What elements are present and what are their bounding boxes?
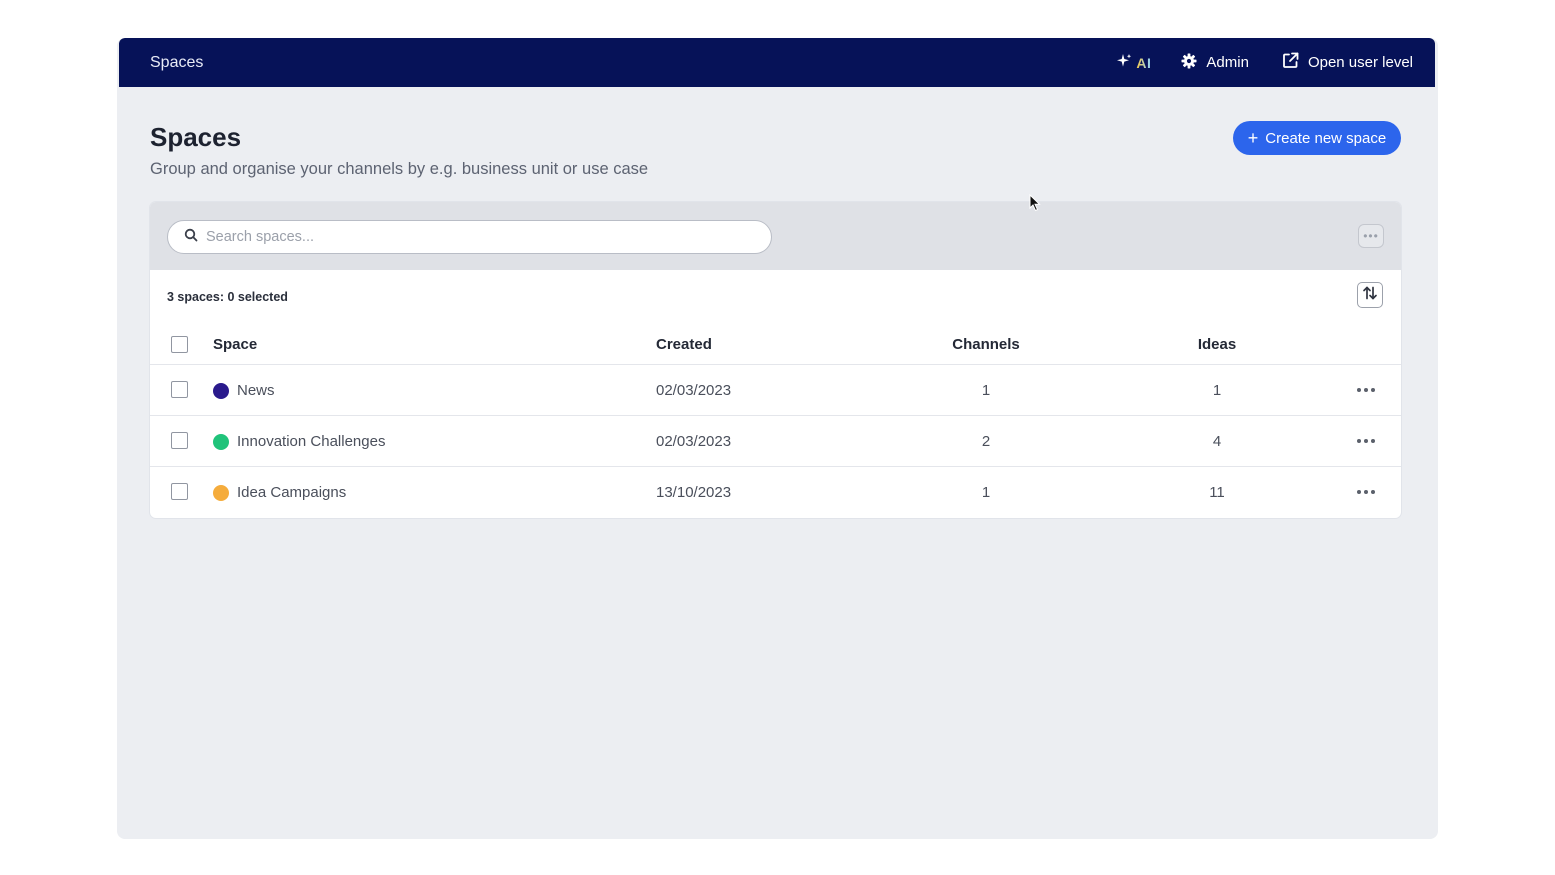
top-navigation-bar: Spaces AI Admin Open user level <box>119 38 1435 87</box>
space-color-dot <box>213 383 229 399</box>
ai-label: AI <box>1136 54 1152 71</box>
header-ideas[interactable]: Ideas <box>1167 336 1267 353</box>
page-subtitle: Group and organise your channels by e.g.… <box>150 160 649 178</box>
channels-count: 1 <box>981 484 991 501</box>
panel-toolbar: ••• <box>150 202 1401 270</box>
ideas-count: 1 <box>1212 382 1222 399</box>
search-icon <box>184 228 198 247</box>
created-date: 13/10/2023 <box>656 484 732 501</box>
ai-button[interactable]: AI <box>1116 53 1151 72</box>
sparkle-icon <box>1116 53 1132 72</box>
app-frame: Spaces AI Admin Open user level Spaces G… <box>117 38 1438 839</box>
mouse-cursor-icon <box>1029 193 1041 217</box>
space-name[interactable]: Idea Campaigns <box>237 484 346 501</box>
admin-label: Admin <box>1206 54 1249 71</box>
open-user-level-button[interactable]: Open user level <box>1282 52 1413 73</box>
open-user-level-label: Open user level <box>1307 54 1413 71</box>
row-more-button[interactable] <box>1355 381 1377 399</box>
topbar-title: Spaces <box>150 53 204 71</box>
space-name[interactable]: Innovation Challenges <box>237 433 385 450</box>
created-date: 02/03/2023 <box>656 382 732 399</box>
space-color-dot <box>213 485 229 501</box>
row-more-button[interactable] <box>1355 432 1377 450</box>
row-checkbox[interactable] <box>171 483 188 500</box>
more-horizontal-icon: ••• <box>1363 229 1379 243</box>
create-new-space-button[interactable]: + Create new space <box>1233 121 1401 155</box>
space-name[interactable]: News <box>237 382 275 399</box>
header-channels[interactable]: Channels <box>936 336 1036 353</box>
search-input[interactable] <box>206 229 746 245</box>
selection-count: 3 spaces: 0 selected <box>167 290 288 304</box>
admin-button[interactable]: Admin <box>1181 53 1249 73</box>
search-box[interactable] <box>167 220 772 254</box>
sort-arrows-icon <box>1362 285 1378 306</box>
channels-count: 2 <box>981 433 991 450</box>
sort-button[interactable] <box>1357 282 1383 308</box>
row-checkbox[interactable] <box>171 381 188 398</box>
ideas-count: 4 <box>1212 433 1222 450</box>
table-row[interactable]: Idea Campaigns 13/10/2023 1 11 <box>150 467 1401 518</box>
row-checkbox[interactable] <box>171 432 188 449</box>
page-title: Spaces <box>150 122 242 152</box>
header-space[interactable]: Space <box>213 336 257 353</box>
plus-icon: + <box>1247 128 1259 148</box>
create-new-space-label: Create new space <box>1265 129 1387 147</box>
gear-icon <box>1181 53 1206 73</box>
header-created[interactable]: Created <box>656 336 712 353</box>
channels-count: 1 <box>981 382 991 399</box>
spaces-panel: ••• 3 spaces: 0 selected Space Created C… <box>150 202 1401 518</box>
table-row[interactable]: Innovation Challenges 02/03/2023 2 4 <box>150 416 1401 467</box>
select-all-checkbox[interactable] <box>171 336 188 353</box>
ideas-count: 11 <box>1209 484 1225 501</box>
created-date: 02/03/2023 <box>656 433 732 450</box>
topbar-actions: AI Admin Open user level <box>1116 52 1413 73</box>
table-header-row: Space Created Channels Ideas <box>150 325 1401 365</box>
external-link-icon <box>1282 52 1308 73</box>
space-color-dot <box>213 434 229 450</box>
table-row[interactable]: News 02/03/2023 1 1 <box>150 365 1401 416</box>
toolbar-more-button[interactable]: ••• <box>1358 224 1384 248</box>
row-more-button[interactable] <box>1355 483 1377 501</box>
spaces-table: Space Created Channels Ideas News 02/03/… <box>150 325 1401 518</box>
